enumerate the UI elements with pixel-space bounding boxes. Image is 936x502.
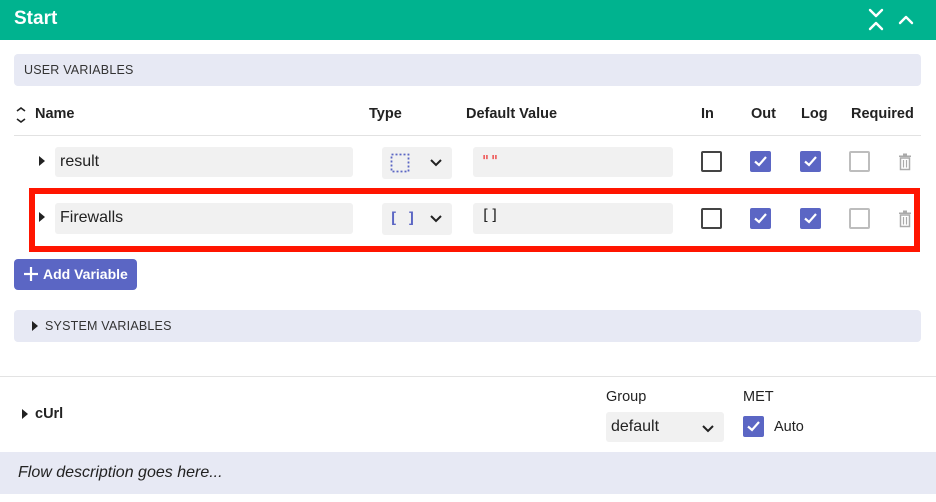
out-checkbox[interactable] — [750, 151, 771, 172]
column-name[interactable]: Name — [35, 106, 75, 122]
collapse-all-icon — [868, 8, 884, 31]
flow-header: Start — [0, 0, 936, 40]
caret-right-icon — [32, 321, 38, 331]
add-variable-button[interactable]: Add Variable — [14, 259, 137, 290]
check-icon — [754, 156, 767, 167]
required-checkbox[interactable] — [849, 151, 870, 172]
in-checkbox[interactable] — [701, 151, 722, 172]
section-divider — [0, 376, 936, 377]
auto-label: Auto — [774, 419, 804, 435]
column-in: In — [701, 106, 714, 122]
expand-collapse-all-icon[interactable] — [14, 107, 28, 123]
column-log: Log — [801, 106, 828, 122]
flow-description-field[interactable]: Flow description goes here... — [0, 452, 936, 494]
add-variable-label: Add Variable — [43, 266, 128, 282]
default-value-input[interactable]: "" — [473, 147, 673, 177]
chevron-down-icon — [430, 159, 442, 167]
group-select[interactable]: default — [606, 412, 724, 442]
plus-icon — [24, 267, 38, 281]
collapse-all-button[interactable] — [864, 6, 888, 34]
flow-description-placeholder: Flow description goes here... — [18, 464, 223, 481]
column-out: Out — [751, 106, 776, 122]
user-variables-label: USER VARIABLES — [24, 63, 134, 77]
trash-icon[interactable] — [897, 153, 913, 171]
user-variables-section: USER VARIABLES — [14, 54, 921, 86]
met-label: MET — [743, 389, 774, 405]
column-default-value: Default Value — [466, 106, 558, 122]
system-variables-label: SYSTEM VARIABLES — [45, 319, 172, 333]
check-icon — [804, 156, 817, 167]
log-checkbox[interactable] — [800, 151, 821, 172]
group-value: default — [611, 418, 660, 435]
header-divider — [14, 135, 921, 136]
variable-name-input[interactable]: result — [55, 147, 353, 177]
chevron-up-icon — [898, 15, 914, 25]
chevron-down-icon — [702, 425, 714, 433]
row-highlight-annotation — [29, 188, 920, 252]
flow-title: Start — [14, 8, 58, 29]
type-select[interactable] — [382, 147, 452, 179]
check-icon — [747, 421, 760, 432]
column-required: Required — [851, 106, 914, 122]
group-label: Group — [606, 389, 647, 405]
row-expand-caret-icon[interactable] — [39, 156, 45, 166]
step-expand-caret-icon[interactable] — [22, 409, 28, 419]
auto-checkbox[interactable] — [743, 416, 764, 437]
collapse-button[interactable] — [894, 6, 918, 34]
string-type-icon — [390, 153, 410, 173]
column-type: Type — [369, 106, 402, 122]
step-name[interactable]: cUrl — [35, 406, 63, 422]
system-variables-section[interactable]: SYSTEM VARIABLES — [14, 310, 921, 342]
